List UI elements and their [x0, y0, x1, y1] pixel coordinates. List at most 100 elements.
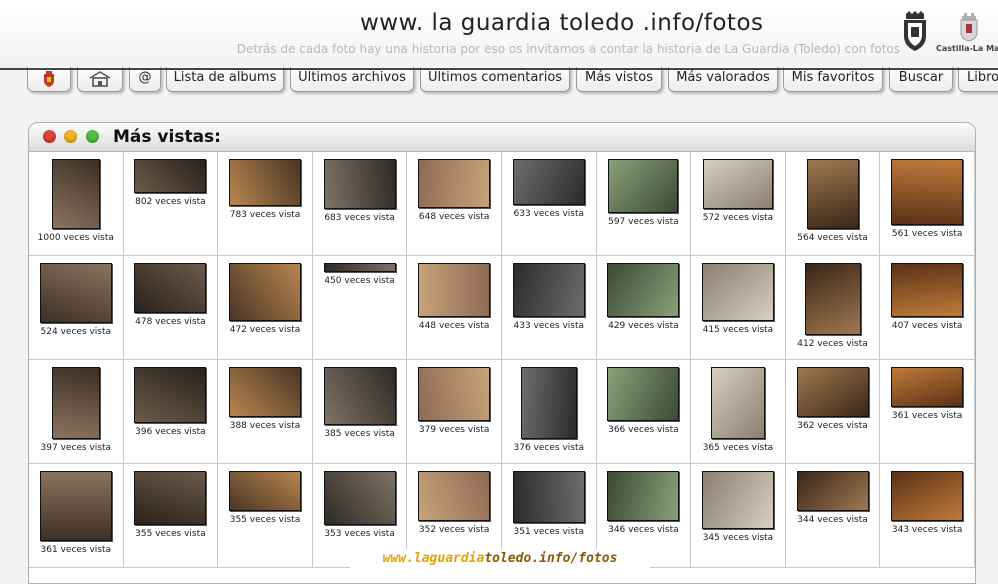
photo-item[interactable]: 344 veces vista	[785, 464, 881, 568]
tab-search[interactable]: Buscar	[889, 67, 953, 92]
photo-item[interactable]: 355 veces vista	[218, 464, 313, 568]
photo-item[interactable]: 433 veces vista	[501, 256, 597, 360]
photo-item[interactable]: 355 veces vista	[123, 464, 219, 568]
site-title: www. la guardia toledo .info/fotos	[360, 10, 764, 36]
view-count: 450 veces vista	[324, 276, 395, 286]
photo-thumbnail[interactable]	[228, 471, 301, 511]
photo-thumbnail[interactable]	[607, 263, 680, 317]
photo-item[interactable]: 415 veces vista	[691, 256, 786, 360]
view-count: 433 veces vista	[513, 321, 585, 331]
photo-thumbnail[interactable]	[134, 159, 207, 193]
photo-thumbnail[interactable]	[39, 471, 112, 541]
photo-item[interactable]: 683 veces vista	[312, 152, 408, 256]
photo-thumbnail[interactable]	[418, 263, 491, 317]
photo-item[interactable]: 365 veces vista	[691, 360, 786, 464]
tab-most-viewed[interactable]: Más vistos	[576, 67, 662, 92]
photo-item[interactable]: 412 veces vista	[785, 256, 881, 360]
photo-item[interactable]: 376 veces vista	[501, 360, 597, 464]
photo-item[interactable]: 783 veces vista	[218, 152, 313, 256]
photo-thumbnail[interactable]	[51, 367, 100, 439]
photo-thumbnail[interactable]	[608, 159, 679, 213]
castilla-la-mancha-crest-icon[interactable]	[956, 12, 982, 42]
photo-thumbnail[interactable]	[134, 471, 207, 525]
photo-item[interactable]: 407 veces vista	[880, 256, 975, 360]
photo-thumbnail[interactable]	[418, 471, 491, 521]
la-guardia-crest-icon[interactable]	[900, 10, 930, 52]
photo-item[interactable]: 478 veces vista	[123, 256, 219, 360]
tab-latest-files[interactable]: Últimos archivos	[290, 67, 414, 92]
photo-thumbnail[interactable]	[702, 159, 773, 209]
maximize-light-icon[interactable]	[86, 130, 99, 143]
photo-item[interactable]: 388 veces vista	[218, 360, 313, 464]
photo-item[interactable]: 397 veces vista	[29, 360, 124, 464]
photo-item[interactable]: 524 veces vista	[29, 256, 124, 360]
photo-thumbnail[interactable]	[512, 159, 585, 205]
photo-thumbnail[interactable]	[804, 263, 861, 335]
view-count: 572 veces vista	[702, 213, 774, 223]
tab-crest[interactable]	[27, 67, 71, 92]
photo-thumbnail[interactable]	[512, 263, 585, 317]
photo-thumbnail[interactable]	[891, 263, 964, 317]
photo-item[interactable]: 472 veces vista	[218, 256, 313, 360]
photo-thumbnail[interactable]	[323, 159, 396, 209]
photo-thumbnail[interactable]	[891, 367, 964, 407]
photo-thumbnail[interactable]	[520, 367, 577, 439]
photo-item[interactable]: 597 veces vista	[596, 152, 692, 256]
photo-thumbnail[interactable]	[607, 471, 680, 521]
tab-book[interactable]: Libro	[958, 67, 998, 92]
photo-thumbnail[interactable]	[796, 471, 869, 511]
minimize-light-icon[interactable]	[64, 130, 77, 143]
photo-item[interactable]: 396 veces vista	[123, 360, 219, 464]
view-count: 429 veces vista	[608, 321, 679, 331]
photo-item[interactable]: 450 veces vista	[312, 256, 408, 360]
photo-item[interactable]: 802 veces vista	[123, 152, 219, 256]
photo-item[interactable]: 1000 veces vista	[29, 152, 124, 256]
tab-album-list[interactable]: Lista de albums	[166, 67, 284, 92]
photo-thumbnail[interactable]	[228, 159, 301, 206]
footer-site-url[interactable]: www.laguardiatoledo.info/fotos	[350, 549, 650, 568]
photo-item[interactable]: 429 veces vista	[596, 256, 692, 360]
photo-thumbnail[interactable]	[418, 367, 491, 421]
photo-item[interactable]: 362 veces vista	[785, 360, 881, 464]
close-light-icon[interactable]	[43, 130, 56, 143]
photo-item[interactable]: 561 veces vista	[880, 152, 975, 256]
photo-thumbnail[interactable]	[51, 159, 100, 229]
photo-thumbnail[interactable]	[228, 263, 301, 321]
photo-thumbnail[interactable]	[134, 367, 207, 423]
photo-thumbnail[interactable]	[39, 263, 112, 323]
photo-item[interactable]: 564 veces vista	[785, 152, 881, 256]
photo-item[interactable]: 361 veces vista	[880, 360, 975, 464]
photo-item[interactable]: 572 veces vista	[691, 152, 786, 256]
photo-item[interactable]: 633 veces vista	[501, 152, 597, 256]
photo-thumbnail[interactable]	[710, 367, 765, 439]
tab-home[interactable]	[77, 67, 123, 92]
photo-thumbnail[interactable]	[323, 471, 396, 525]
photo-item[interactable]: 345 veces vista	[691, 464, 786, 568]
photo-thumbnail[interactable]	[323, 367, 396, 425]
photo-thumbnail[interactable]	[134, 263, 207, 313]
view-count: 362 veces vista	[797, 421, 868, 431]
photo-item[interactable]: 366 veces vista	[596, 360, 692, 464]
photo-thumbnail[interactable]	[701, 263, 774, 321]
photo-item[interactable]: 648 veces vista	[407, 152, 502, 256]
photo-item[interactable]: 361 veces vista	[29, 464, 124, 568]
photo-thumbnail[interactable]	[323, 263, 396, 272]
photo-item[interactable]: 379 veces vista	[407, 360, 502, 464]
photo-thumbnail[interactable]	[796, 367, 869, 417]
photo-thumbnail[interactable]	[607, 367, 680, 421]
photo-thumbnail[interactable]	[701, 471, 774, 529]
photo-thumbnail[interactable]	[891, 159, 964, 225]
tab-latest-comments[interactable]: Últimos comentarios	[420, 67, 570, 92]
tab-contact[interactable]: @	[129, 67, 161, 92]
tab-top-rated[interactable]: Más valorados	[668, 67, 778, 92]
tab-my-favorites[interactable]: Mis favoritos	[783, 67, 883, 92]
photo-thumbnail[interactable]	[228, 367, 301, 417]
photo-thumbnail[interactable]	[512, 471, 585, 523]
most-viewed-panel: Más vistas: 1000 veces vista 802 veces vi…	[28, 122, 976, 584]
photo-item[interactable]: 343 veces vista	[880, 464, 975, 568]
photo-thumbnail[interactable]	[891, 471, 964, 521]
photo-thumbnail[interactable]	[418, 159, 491, 208]
photo-thumbnail[interactable]	[806, 159, 859, 229]
photo-item[interactable]: 448 veces vista	[407, 256, 502, 360]
photo-item[interactable]: 385 veces vista	[312, 360, 408, 464]
